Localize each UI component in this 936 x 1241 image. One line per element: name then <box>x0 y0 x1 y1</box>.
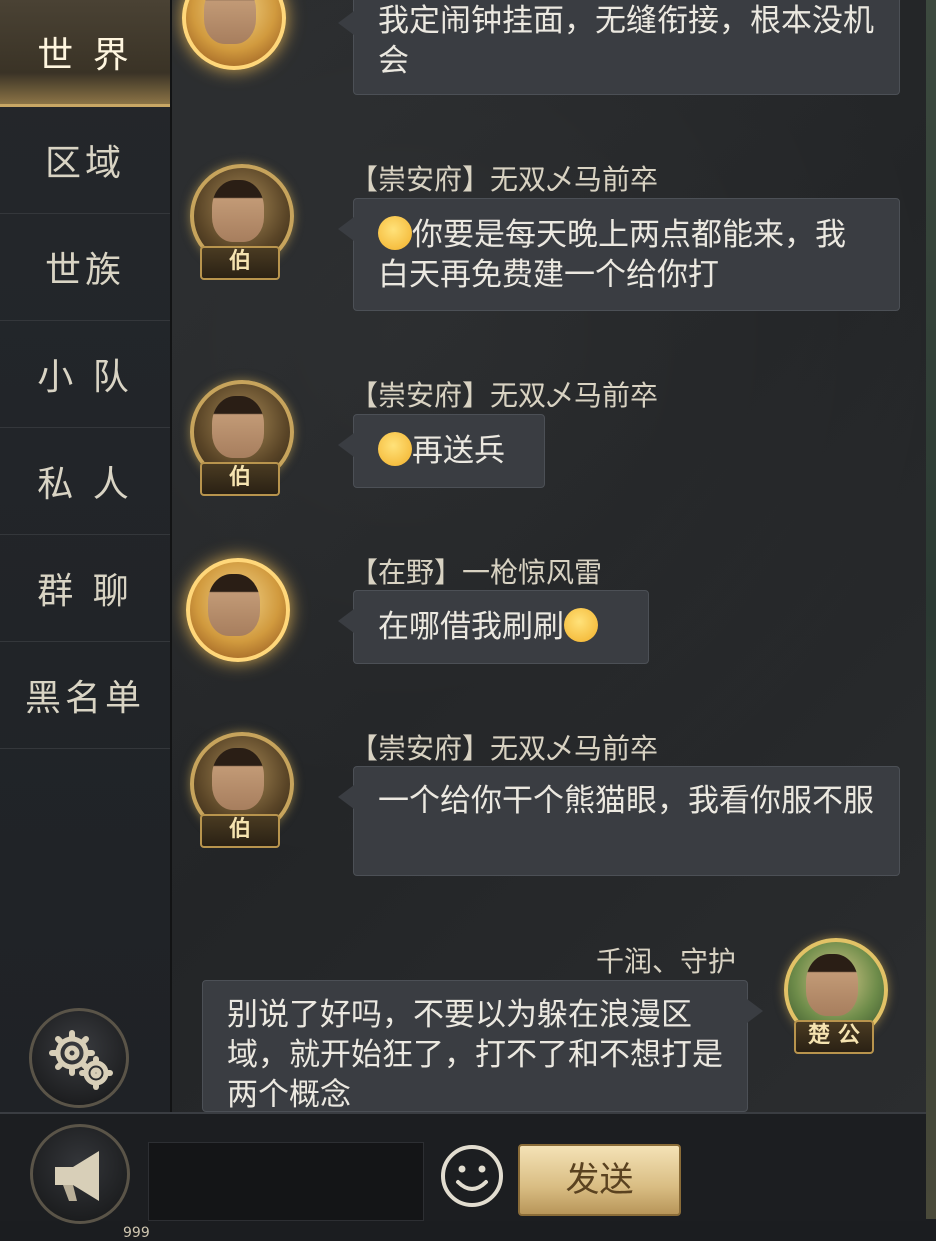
avatar[interactable] <box>172 0 290 90</box>
tab-squad[interactable]: 小 队 <box>0 321 170 428</box>
grin-face-icon <box>564 608 598 642</box>
megaphone-icon <box>55 1151 99 1201</box>
tab-world[interactable]: 世 界 <box>0 0 170 107</box>
message-text: 我定闹钟挂面，无缝衔接，根本没机会 <box>378 3 874 79</box>
input-bar: 999 发送 <box>0 1112 926 1241</box>
chat-panel[interactable]: 我定闹钟挂面，无缝衔接，根本没机会 伯 【崇安府】无双乄马前卒 你要是每天晚上两… <box>172 0 926 1112</box>
message-bubble: 我定闹钟挂面，无缝衔接，根本没机会 <box>338 0 900 95</box>
background-edge <box>926 0 936 1219</box>
gear-icon <box>49 1030 113 1090</box>
message-bubble: 再送兵 <box>338 414 545 488</box>
message-text: 别说了好吗，不要以为躲在浪漫区域，就开始狂了，打不了和不想打是两个概念 <box>227 997 723 1112</box>
smiley-icon <box>441 1145 503 1207</box>
smirk-face-icon <box>378 432 412 466</box>
message-input[interactable] <box>148 1142 424 1221</box>
tab-clan[interactable]: 世族 <box>0 214 170 321</box>
tab-group-chat[interactable]: 群 聊 <box>0 535 170 642</box>
avatar[interactable] <box>174 552 294 682</box>
avatar[interactable]: 伯 <box>178 374 298 504</box>
sender-name[interactable]: 【崇安府】无双乄马前卒 <box>350 158 658 198</box>
sender-name[interactable]: 【崇安府】无双乄马前卒 <box>350 374 658 414</box>
message-text: 在哪借我刷刷 <box>378 609 564 645</box>
tab-region[interactable]: 区域 <box>0 107 170 214</box>
send-button[interactable]: 发送 <box>518 1144 681 1216</box>
rank-badge: 伯 <box>200 246 280 280</box>
avatar[interactable]: 伯 <box>178 726 298 856</box>
settings-button[interactable] <box>29 1008 129 1108</box>
sender-name[interactable]: 【在野】一枪惊风雷 <box>350 551 602 591</box>
smirk-face-icon <box>378 216 412 250</box>
horn-count: 999 <box>123 1225 150 1241</box>
rank-badge: 伯 <box>200 462 280 496</box>
sender-name[interactable]: 千润、守护 <box>596 940 736 980</box>
channel-sidebar: 世 界 区域 世族 小 队 私 人 群 聊 黑名单 <box>0 0 172 1112</box>
tab-private[interactable]: 私 人 <box>0 428 170 535</box>
message-text: 再送兵 <box>412 433 505 469</box>
message-text: 一个给你干个熊猫眼，我看你服不服 <box>378 783 874 819</box>
tab-blacklist[interactable]: 黑名单 <box>0 642 170 749</box>
message-bubble: 你要是每天晚上两点都能来，我白天再免费建一个给你打 <box>338 198 900 311</box>
sender-name[interactable]: 【崇安府】无双乄马前卒 <box>350 727 658 767</box>
rank-badge: 楚 公 <box>794 1020 874 1054</box>
message-text: 你要是每天晚上两点都能来，我白天再免费建一个给你打 <box>378 217 846 293</box>
avatar[interactable]: 伯 <box>178 158 298 288</box>
message-bubble: 一个给你干个熊猫眼，我看你服不服 <box>338 766 900 876</box>
message-bubble: 别说了好吗，不要以为躲在浪漫区域，就开始狂了，打不了和不想打是两个概念 <box>202 980 763 1112</box>
rank-badge: 伯 <box>200 814 280 848</box>
message-bubble: 在哪借我刷刷 <box>338 590 649 664</box>
avatar[interactable]: 楚 公 <box>772 932 892 1062</box>
broadcast-button[interactable]: 999 <box>30 1124 150 1241</box>
emoji-button[interactable] <box>440 1144 504 1208</box>
